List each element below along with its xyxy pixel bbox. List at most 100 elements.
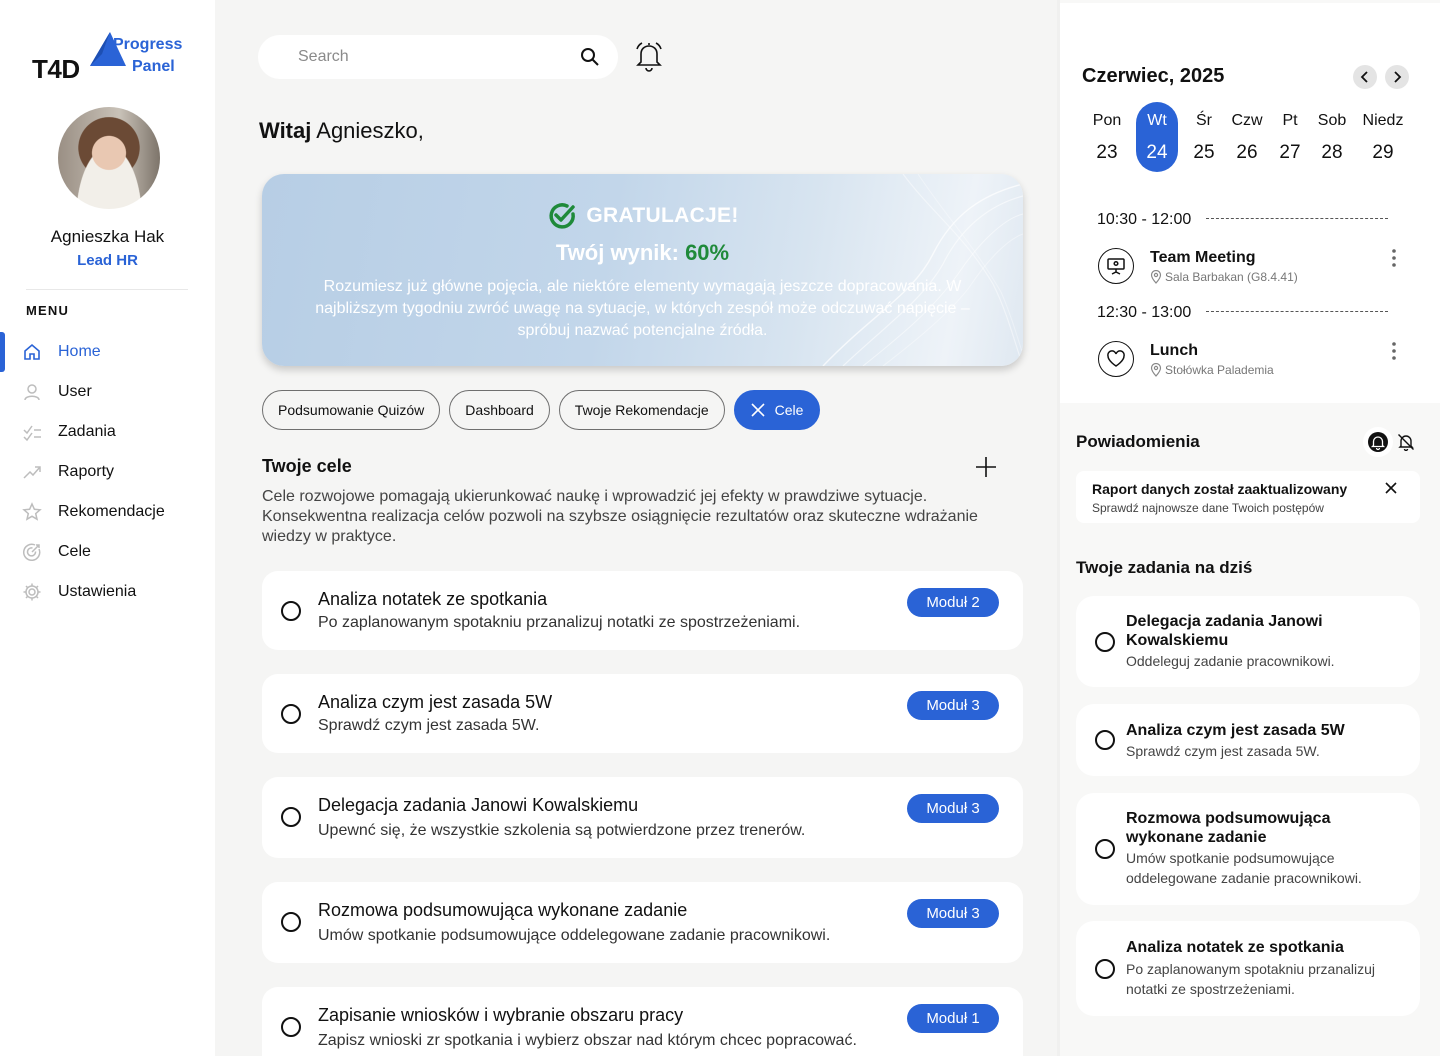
greeting-bold: Witaj <box>259 118 312 143</box>
goal-checkbox[interactable] <box>281 1017 301 1037</box>
task-description: Sprawdź czym jest zasada 5W. <box>1126 743 1320 759</box>
goal-card[interactable]: Zapisanie wniosków i wybranie obszaru pr… <box>262 987 1023 1056</box>
sidebar-item-label: Ustawienia <box>58 583 137 600</box>
task-checkbox[interactable] <box>1095 959 1115 979</box>
more-options-icon[interactable] <box>1390 248 1398 272</box>
chevron-right-icon <box>1394 71 1402 83</box>
sidebar-item-user[interactable]: User <box>0 372 215 412</box>
search-bar[interactable] <box>258 35 618 79</box>
task-card[interactable]: Rozmowa podsumowująca wykonane zadanie U… <box>1076 793 1420 905</box>
task-checkbox[interactable] <box>1095 730 1115 750</box>
calendar-month: Czerwiec, 2025 <box>1082 65 1225 87</box>
today-tasks-title: Twoje zadania na dziś <box>1076 558 1253 577</box>
close-icon[interactable] <box>751 403 765 417</box>
goal-card[interactable]: Analiza notatek ze spotkania Po zaplanow… <box>262 571 1023 650</box>
day-date: 23 <box>1096 142 1118 163</box>
task-card[interactable]: Analiza notatek ze spotkania Po zaplanow… <box>1076 921 1420 1016</box>
goal-card[interactable]: Delegacja zadania Janowi Kowalskiemu Upe… <box>262 777 1023 858</box>
calendar-prev-button[interactable] <box>1353 65 1377 89</box>
goal-checkbox[interactable] <box>281 912 301 932</box>
goal-checkbox[interactable] <box>281 704 301 724</box>
day-name: Czw <box>1231 112 1263 129</box>
trend-icon <box>22 462 42 482</box>
goal-title: Delegacja zadania Janowi Kowalskiemu <box>318 795 639 815</box>
module-badge: Moduł 3 <box>907 794 999 823</box>
avatar[interactable] <box>58 107 160 209</box>
sidebar-nav: Home User Zadania Raporty Rekomendacje C… <box>0 332 215 612</box>
sidebar-item-label: Raporty <box>58 463 115 480</box>
tab-podsumowanie-quizow[interactable]: Podsumowanie Quizów <box>262 390 441 430</box>
notifications-on-button[interactable] <box>1363 427 1393 457</box>
goal-title: Analiza notatek ze spotkania <box>318 589 548 609</box>
sidebar-item-ustawienia[interactable]: Ustawienia <box>0 572 215 612</box>
goal-title: Analiza czym jest zasada 5W <box>318 692 553 712</box>
tab-dashboard[interactable]: Dashboard <box>449 390 550 430</box>
tab-label: Cele <box>774 402 804 418</box>
plus-icon <box>976 457 996 477</box>
sidebar-item-label: Cele <box>58 543 91 560</box>
day-date: 24 <box>1146 142 1168 163</box>
day-date: 28 <box>1321 142 1343 163</box>
notifications-mute-button[interactable] <box>1391 427 1421 457</box>
tab-label: Dashboard <box>465 402 534 418</box>
module-badge: Moduł 3 <box>907 691 999 720</box>
sidebar-item-home[interactable]: Home <box>0 332 215 372</box>
calendar-day[interactable]: Czw 26 <box>1226 102 1268 172</box>
add-goal-button[interactable] <box>974 455 998 483</box>
module-badge: Moduł 2 <box>907 588 999 617</box>
greeting: Witaj Agnieszko, <box>259 118 424 144</box>
calendar-day[interactable]: Śr 25 <box>1183 102 1225 172</box>
task-checkbox[interactable] <box>1095 839 1115 859</box>
brand-logo[interactable]: T4D Progress Panel <box>32 30 192 86</box>
calendar-day[interactable]: Niedz 29 <box>1361 102 1405 172</box>
notifications-title: Powiadomienia <box>1076 432 1200 451</box>
task-checkbox[interactable] <box>1095 632 1115 652</box>
banner-score: Twój wynik: 60% <box>262 240 1023 266</box>
sidebar-item-zadania[interactable]: Zadania <box>0 412 215 452</box>
sidebar-item-raporty[interactable]: Raporty <box>0 452 215 492</box>
event-location: Sala Barbakan (G8.4.41) <box>1150 270 1298 284</box>
calendar-next-button[interactable] <box>1385 65 1409 89</box>
logo-text: T4D <box>32 54 80 84</box>
calendar-day[interactable]: Sob 28 <box>1311 102 1353 172</box>
module-badge: Moduł 3 <box>907 899 999 928</box>
day-date: 27 <box>1279 142 1301 163</box>
goal-checkbox[interactable] <box>281 807 301 827</box>
close-icon[interactable] <box>1384 480 1398 499</box>
notification-description: Sprawdź najnowsze dane Twoich postępów <box>1092 501 1324 515</box>
goal-checkbox[interactable] <box>281 601 301 621</box>
calendar-week: Pon 23 Wt 24 Śr 25 Czw 26 Pt 27 Sob 28 N… <box>1082 102 1422 172</box>
event-location-text: Stołówka Palademia <box>1165 363 1274 377</box>
event-title: Team Meeting <box>1150 249 1256 266</box>
task-description: Oddeleguj zadanie pracownikowi. <box>1126 653 1335 669</box>
bell-icon[interactable] <box>634 40 664 76</box>
task-card[interactable]: Delegacja zadania Janowi Kowalskiemu Odd… <box>1076 596 1420 687</box>
sidebar-item-label: Home <box>58 343 101 360</box>
more-options-icon[interactable] <box>1390 341 1398 365</box>
goal-description: Po zaplanowanym spotakniu przanalizuj no… <box>318 614 801 631</box>
sidebar-divider <box>26 289 188 290</box>
goal-title: Zapisanie wniosków i wybranie obszaru pr… <box>318 1005 684 1025</box>
tab-twoje-rekomendacje[interactable]: Twoje Rekomendacje <box>558 390 725 430</box>
module-badge: Moduł 1 <box>907 1004 999 1033</box>
calendar-day[interactable]: Pt 27 <box>1269 102 1311 172</box>
day-name: Niedz <box>1362 112 1404 129</box>
calendar-day-selected[interactable]: Wt 24 <box>1136 102 1178 172</box>
event-location: Stołówka Palademia <box>1150 363 1274 377</box>
task-card[interactable]: Analiza czym jest zasada 5W Sprawdź czym… <box>1076 704 1420 776</box>
goal-card[interactable]: Rozmowa podsumowująca wykonane zadanie U… <box>262 882 1023 963</box>
task-title: Delegacja zadania Janowi Kowalskiemu <box>1126 613 1323 649</box>
search-icon[interactable] <box>580 47 600 71</box>
time-divider <box>1206 218 1388 219</box>
sidebar-item-cele[interactable]: Cele <box>0 532 215 572</box>
calendar-day[interactable]: Pon 23 <box>1086 102 1128 172</box>
search-input[interactable] <box>298 35 568 79</box>
chevron-left-icon <box>1360 71 1368 83</box>
gear-icon <box>22 582 42 602</box>
task-description: Po zaplanowanym spotakniu przanalizuj no… <box>1126 961 1376 997</box>
goal-card[interactable]: Analiza czym jest zasada 5W Sprawdź czym… <box>262 674 1023 753</box>
notification-item[interactable]: Raport danych został zaaktualizowany Spr… <box>1076 471 1420 523</box>
tab-cele[interactable]: Cele <box>733 390 821 430</box>
sidebar-item-rekomendacje[interactable]: Rekomendacje <box>0 492 215 532</box>
goal-description: Sprawdź czym jest zasada 5W. <box>318 717 540 734</box>
